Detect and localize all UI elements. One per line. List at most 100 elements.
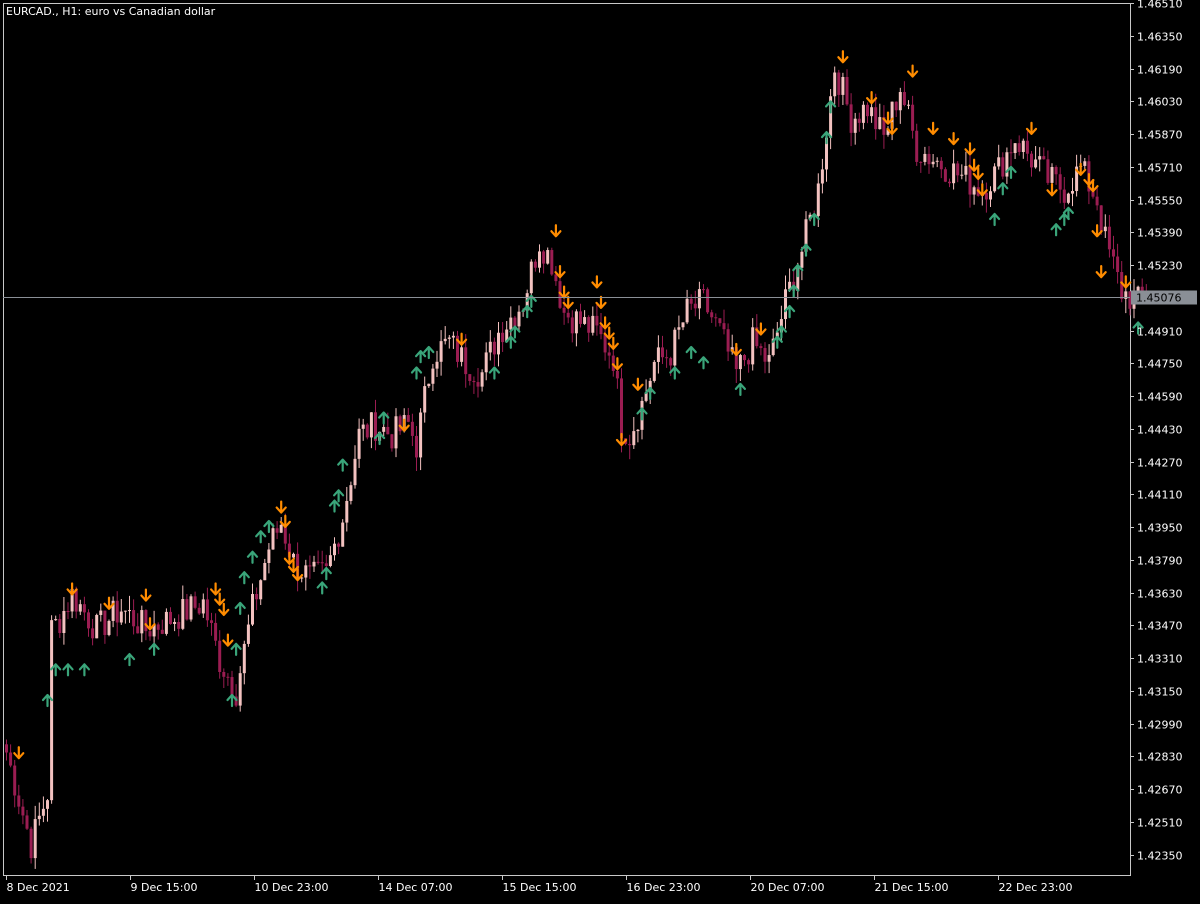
- candle[interactable]: [50, 615, 54, 804]
- candle[interactable]: [115, 591, 119, 637]
- candle[interactable]: [587, 315, 591, 342]
- candle[interactable]: [632, 416, 636, 449]
- candle[interactable]: [542, 249, 546, 274]
- candle[interactable]: [410, 413, 414, 447]
- candle[interactable]: [820, 158, 824, 194]
- candle[interactable]: [382, 424, 386, 437]
- candle[interactable]: [62, 596, 66, 645]
- candle[interactable]: [476, 367, 480, 398]
- candle[interactable]: [857, 112, 861, 132]
- candle[interactable]: [1042, 147, 1046, 160]
- candle[interactable]: [460, 343, 464, 367]
- candle[interactable]: [484, 342, 488, 381]
- candle[interactable]: [800, 246, 804, 281]
- candle[interactable]: [697, 281, 701, 320]
- candle[interactable]: [952, 149, 956, 190]
- candle[interactable]: [497, 322, 500, 367]
- candle[interactable]: [759, 343, 763, 356]
- candle[interactable]: [82, 596, 86, 621]
- candle[interactable]: [1054, 165, 1058, 185]
- candle[interactable]: [710, 309, 714, 323]
- candle[interactable]: [5, 739, 8, 761]
- candle[interactable]: [259, 579, 263, 605]
- candle[interactable]: [1005, 147, 1009, 184]
- candle[interactable]: [37, 802, 41, 826]
- candle[interactable]: [935, 157, 939, 168]
- candle[interactable]: [451, 331, 455, 349]
- candle[interactable]: [681, 322, 685, 331]
- candle[interactable]: [656, 335, 660, 374]
- chart-canvas[interactable]: 1.45076 1.42350 1.42510 1.42670 1.42830 1.42…: [0, 0, 1200, 900]
- candle[interactable]: [595, 304, 599, 336]
- candle[interactable]: [956, 160, 960, 183]
- candle[interactable]: [267, 543, 271, 574]
- candle[interactable]: [702, 284, 705, 294]
- candle[interactable]: [714, 313, 718, 327]
- candle[interactable]: [275, 521, 279, 540]
- candle[interactable]: [456, 330, 459, 368]
- candle[interactable]: [743, 354, 746, 367]
- candle[interactable]: [181, 585, 185, 631]
- candle[interactable]: [751, 318, 755, 371]
- candle[interactable]: [242, 640, 246, 685]
- candle[interactable]: [878, 103, 882, 130]
- candle[interactable]: [1046, 150, 1050, 185]
- candle[interactable]: [238, 666, 242, 712]
- candle[interactable]: [923, 146, 927, 166]
- candle[interactable]: [111, 596, 115, 628]
- candle[interactable]: [706, 287, 710, 314]
- candle[interactable]: [911, 95, 915, 139]
- candle[interactable]: [685, 289, 689, 325]
- candle[interactable]: [603, 324, 607, 361]
- candle[interactable]: [1030, 151, 1033, 177]
- candle[interactable]: [29, 826, 33, 864]
- candle[interactable]: [201, 593, 205, 618]
- candle[interactable]: [99, 603, 103, 622]
- candle[interactable]: [54, 615, 58, 621]
- candle[interactable]: [1116, 243, 1120, 284]
- candle[interactable]: [1095, 185, 1099, 211]
- candle[interactable]: [693, 290, 697, 317]
- candle[interactable]: [529, 259, 533, 296]
- candle[interactable]: [173, 618, 177, 632]
- candle[interactable]: [943, 167, 947, 183]
- candle[interactable]: [263, 558, 267, 581]
- candle[interactable]: [902, 81, 906, 107]
- candle[interactable]: [1075, 154, 1079, 197]
- candle[interactable]: [21, 799, 25, 825]
- candle[interactable]: [246, 614, 250, 647]
- candle[interactable]: [558, 273, 562, 309]
- candle[interactable]: [320, 550, 324, 572]
- candle[interactable]: [328, 546, 332, 568]
- candle[interactable]: [390, 433, 394, 452]
- candle[interactable]: [214, 613, 218, 646]
- candle[interactable]: [480, 369, 484, 392]
- candle[interactable]: [41, 796, 45, 823]
- candle[interactable]: [726, 323, 730, 361]
- candle[interactable]: [17, 784, 21, 815]
- candle[interactable]: [1062, 176, 1066, 209]
- candle[interactable]: [423, 376, 427, 423]
- candle[interactable]: [164, 608, 168, 636]
- candle[interactable]: [251, 583, 254, 627]
- candle[interactable]: [1083, 157, 1087, 170]
- candle[interactable]: [169, 607, 172, 625]
- candle[interactable]: [443, 326, 447, 345]
- candle[interactable]: [718, 318, 722, 327]
- candle[interactable]: [861, 101, 865, 130]
- candle[interactable]: [784, 275, 787, 329]
- candle[interactable]: [1071, 177, 1074, 207]
- candle[interactable]: [308, 555, 312, 579]
- candle[interactable]: [492, 337, 496, 367]
- candle[interactable]: [976, 177, 980, 197]
- candle[interactable]: [9, 744, 13, 768]
- candle[interactable]: [1013, 143, 1017, 159]
- candle[interactable]: [845, 69, 849, 106]
- candle[interactable]: [87, 609, 90, 637]
- candle[interactable]: [915, 123, 919, 166]
- candle[interactable]: [58, 614, 62, 638]
- candle[interactable]: [128, 595, 131, 623]
- candle[interactable]: [829, 89, 833, 150]
- candle[interactable]: [579, 303, 582, 328]
- candle[interactable]: [156, 622, 160, 640]
